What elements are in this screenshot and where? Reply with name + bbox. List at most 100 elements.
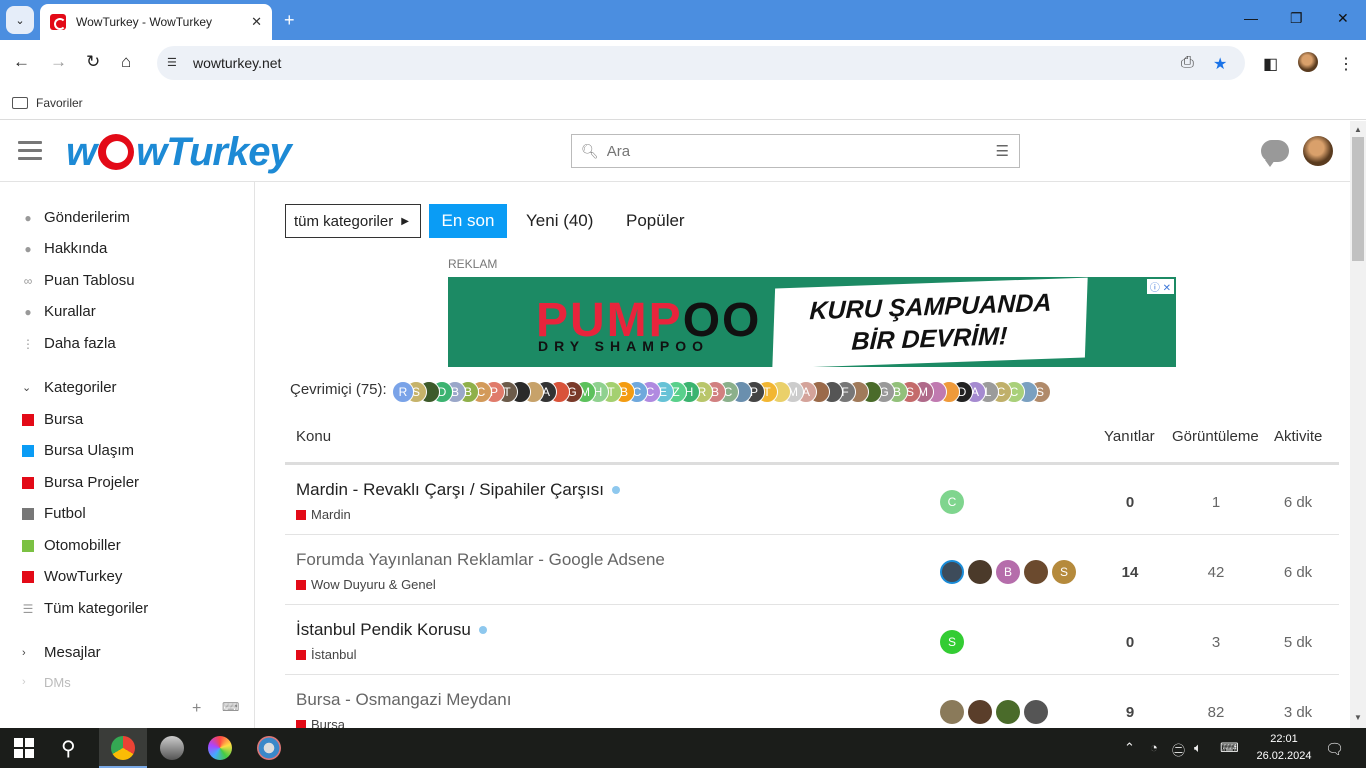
sidebar-item-kurallar[interactable]: ● Kurallar: [22, 303, 95, 320]
table-row[interactable]: Mardin - Revaklı Çarşı / Sipahiler Çarşı…: [285, 465, 1339, 535]
new-tab-icon[interactable]: +: [284, 10, 295, 31]
activity-time[interactable]: 6 dk: [1275, 494, 1321, 511]
scroll-up-icon[interactable]: ▲: [1354, 125, 1362, 134]
install-app-icon[interactable]: ⎙: [1181, 54, 1194, 72]
ad-choices-icon[interactable]: ⓘ ✕: [1146, 279, 1174, 294]
sidebar-all-categories[interactable]: ☰ Tüm kategoriler: [22, 600, 149, 617]
col-topic-header[interactable]: Konu: [296, 428, 331, 445]
bookmark-star-icon[interactable]: ★: [1213, 54, 1227, 74]
poster-avatar[interactable]: [940, 560, 964, 584]
network-icon[interactable]: ◔: [1150, 740, 1158, 755]
tab-latest[interactable]: En son: [429, 204, 507, 238]
browser-menu-icon[interactable]: ⋮: [1338, 54, 1354, 74]
photos-icon[interactable]: [208, 736, 232, 760]
sidebar-category-bursa-projeler[interactable]: Bursa Projeler: [22, 474, 139, 491]
site-settings-icon[interactable]: ☰: [167, 56, 183, 70]
poster-avatar[interactable]: [996, 700, 1020, 724]
col-views-header[interactable]: Görüntüleme: [1172, 428, 1259, 445]
browser-tab[interactable]: WowTurkey - WowTurkey ✕: [40, 4, 272, 40]
chrome-icon[interactable]: [111, 736, 135, 760]
sidebar-category-futbol[interactable]: Futbol: [22, 505, 86, 522]
activity-time[interactable]: 3 dk: [1275, 704, 1321, 721]
app-icon[interactable]: [160, 736, 184, 760]
reload-icon[interactable]: ↻: [86, 52, 100, 72]
sidebar-category-bursa-ulasim[interactable]: Bursa Ulaşım: [22, 442, 134, 459]
hamburger-menu-icon[interactable]: [18, 141, 42, 161]
profile-avatar[interactable]: [1298, 52, 1318, 72]
search-filter-icon[interactable]: ☰: [996, 142, 1009, 160]
col-activity-header[interactable]: Aktivite: [1274, 428, 1322, 445]
scroll-down-icon[interactable]: ▼: [1354, 713, 1362, 722]
page-scrollbar[interactable]: ▲ ▼: [1350, 121, 1366, 728]
sidebar-item-puan-tablosu[interactable]: ∞ Puan Tablosu: [22, 272, 135, 289]
sidebar-category-bursa[interactable]: Bursa: [22, 411, 83, 428]
bookmark-folder-favoriler[interactable]: Favoriler: [36, 96, 83, 110]
sidebar-item-hakkinda[interactable]: ● Hakkında: [22, 240, 107, 257]
category-dropdown[interactable]: tüm kategoriler ▶: [285, 204, 421, 238]
user-avatar[interactable]: [1303, 136, 1333, 166]
posters: S: [940, 630, 968, 654]
dms-header[interactable]: › DMs: [22, 676, 71, 688]
side-panel-icon[interactable]: ◧: [1263, 54, 1278, 74]
poster-avatar[interactable]: [1024, 560, 1048, 584]
poster-avatar[interactable]: [968, 560, 992, 584]
table-row[interactable]: İstanbul Pendik Korusu İstanbul S 0 3 5 …: [285, 605, 1339, 675]
chat-icon[interactable]: [1261, 140, 1289, 167]
sidebar-item-gonderilerim[interactable]: ● Gönderilerim: [22, 209, 130, 226]
poster-avatar[interactable]: S: [940, 630, 964, 654]
topic-title-link[interactable]: Mardin - Revaklı Çarşı / Sipahiler Çarşı…: [296, 480, 620, 500]
windows-start-icon[interactable]: [14, 738, 34, 758]
topic-title-link[interactable]: Forumda Yayınlanan Reklamlar - Google Ad…: [296, 550, 665, 570]
paint-icon[interactable]: [257, 736, 281, 760]
tab-popular[interactable]: Popüler: [614, 204, 697, 238]
col-replies-header[interactable]: Yanıtlar: [1104, 428, 1155, 445]
search-input[interactable]: [606, 142, 996, 160]
search-icon[interactable]: ⚲: [61, 736, 85, 760]
poster-avatar[interactable]: [968, 700, 992, 724]
restore-icon[interactable]: ❐: [1290, 10, 1303, 27]
topic-title-link[interactable]: Bursa - Osmangazi Meydanı: [296, 690, 511, 710]
table-row[interactable]: Bursa - Osmangazi Meydanı Bursa 9 82 3 d…: [285, 675, 1339, 728]
sidebar-category-otomobiller[interactable]: Otomobiller: [22, 537, 121, 554]
poster-avatar[interactable]: C: [940, 490, 964, 514]
home-icon[interactable]: ⌂: [121, 52, 131, 72]
minimize-icon[interactable]: —: [1244, 10, 1258, 26]
ad-banner[interactable]: PUMPOO DRY SHAMPOO KURU ŞAMPUANDA BİR DE…: [448, 277, 1176, 367]
activity-time[interactable]: 6 dk: [1275, 564, 1321, 581]
language-icon[interactable]: ㊁: [1172, 740, 1185, 759]
topic-title-link[interactable]: İstanbul Pendik Korusu: [296, 620, 487, 640]
poster-avatar[interactable]: B: [996, 560, 1020, 584]
messages-header[interactable]: › Mesajlar: [22, 644, 101, 661]
address-bar[interactable]: ☰ wowturkey.net: [157, 46, 1245, 80]
tab-new[interactable]: Yeni (40): [514, 204, 605, 238]
online-user-avatar[interactable]: R: [392, 381, 414, 403]
poster-avatar[interactable]: [1024, 700, 1048, 724]
tab-search-button[interactable]: ⌄: [6, 6, 34, 34]
close-window-icon[interactable]: ✕: [1337, 10, 1349, 27]
categories-header[interactable]: ⌄ Kategoriler: [22, 379, 117, 396]
notifications-icon[interactable]: 🗨︎: [1325, 740, 1344, 758]
back-icon[interactable]: ←: [13, 52, 30, 72]
activity-time[interactable]: 5 dk: [1275, 634, 1321, 651]
scrollbar-thumb[interactable]: [1352, 137, 1364, 261]
sidebar-category-wowturkey[interactable]: WowTurkey: [22, 568, 122, 585]
keyboard-icon[interactable]: ⌨: [222, 700, 239, 714]
volume-icon[interactable]: 🔈︎: [1194, 740, 1202, 756]
topic-category[interactable]: Bursa: [296, 717, 345, 728]
topic-category[interactable]: İstanbul: [296, 647, 357, 662]
sidebar-item-daha-fazla[interactable]: ⋮ Daha fazla: [22, 335, 116, 352]
add-icon[interactable]: +: [192, 700, 201, 718]
user-icon: ●: [24, 210, 32, 225]
search-box[interactable]: 🔍︎ ☰: [571, 134, 1020, 168]
poster-avatar[interactable]: [940, 700, 964, 724]
tray-chevron-up-icon[interactable]: ⌃: [1124, 740, 1135, 756]
table-row[interactable]: Forumda Yayınlanan Reklamlar - Google Ad…: [285, 535, 1339, 605]
site-logo[interactable]: w wTurkey: [66, 127, 292, 177]
topic-category[interactable]: Wow Duyuru & Genel: [296, 577, 436, 592]
topic-category[interactable]: Mardin: [296, 507, 351, 522]
forward-icon[interactable]: →: [50, 52, 67, 72]
keyboard-layout-icon[interactable]: ⌨: [1220, 740, 1239, 756]
close-tab-icon[interactable]: ✕: [251, 14, 262, 30]
system-clock[interactable]: 22:01 26.02.2024: [1252, 731, 1316, 765]
poster-avatar[interactable]: S: [1052, 560, 1076, 584]
